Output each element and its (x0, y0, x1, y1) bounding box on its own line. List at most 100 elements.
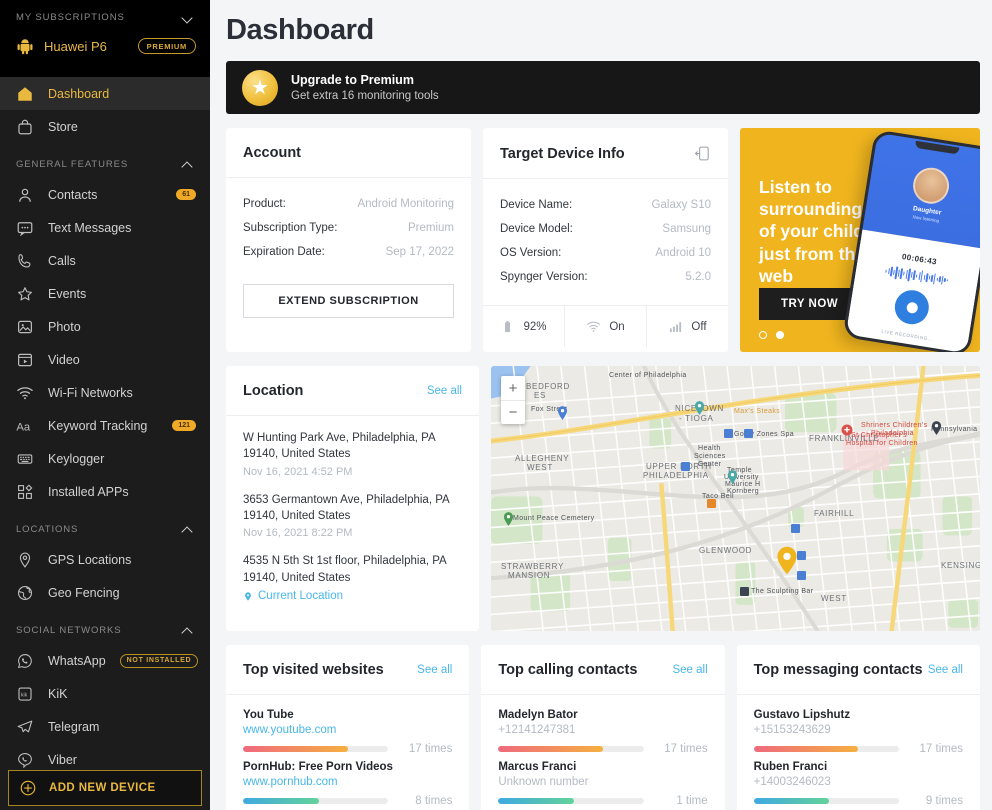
sidebar-item-installed-apps[interactable]: Installed APPs (0, 475, 210, 508)
sidebar-item-contacts[interactable]: Contacts 61 (0, 178, 210, 211)
device-row-key: Spynger Version: (500, 271, 588, 283)
map-square-poi-icon[interactable] (724, 429, 733, 438)
sidebar-item-keylogger[interactable]: Keylogger (0, 442, 210, 475)
location-see-all-link[interactable]: See all (427, 385, 462, 397)
sidebar-item-whatsapp[interactable]: WhatsApp NOT INSTALLED (0, 644, 210, 677)
list-item[interactable]: You Tube www.youtube.com 17 times (243, 709, 452, 761)
sidebar-item-wifi-networks[interactable]: Wi-Fi Networks (0, 376, 210, 409)
list-item[interactable]: Madelyn Bator +12141247381 17 times (498, 708, 708, 761)
current-location-map-pin[interactable] (776, 546, 798, 575)
bag-icon (18, 119, 32, 134)
map-label: PHILADELPHIA (643, 471, 709, 480)
item-bar-row: 9 times (753, 795, 963, 807)
sidebar-locations-header[interactable]: LOCATIONS (0, 512, 210, 543)
sidebar-item-label: Events (48, 286, 87, 301)
sidebar-item-label: Keylogger (48, 451, 105, 466)
map-marker-teal-icon[interactable] (727, 470, 738, 484)
sidebar-badge-keyword-tracking: 121 (172, 420, 196, 431)
sidebar-item-geo-fencing[interactable]: Geo Fencing (0, 576, 210, 609)
sidebar-item-photo[interactable]: Photo (0, 310, 210, 343)
device-row-value: Samsung (662, 223, 711, 235)
sidebar-subscriptions-header[interactable]: MY SUBSCRIPTIONS (0, 0, 210, 31)
item-name: Madelyn Bator (498, 708, 578, 721)
phone-notch (914, 140, 960, 155)
map-label: STRAWBERRY (501, 562, 565, 571)
chevron-up-icon (182, 523, 194, 535)
device-card-title: Target Device Info (500, 145, 625, 162)
sidebar-item-text-messages[interactable]: Text Messages (0, 211, 210, 244)
upgrade-premium-subtitle: Get extra 16 monitoring tools (291, 90, 439, 102)
sidebar-general-header[interactable]: GENERAL FEATURES (0, 147, 210, 178)
sidebar: MY SUBSCRIPTIONS Huawei P6 PREMIUM Dashb… (0, 0, 210, 810)
top-websites-see-all-link[interactable]: See all (417, 664, 452, 676)
list-item[interactable]: Marcus Franci Unknown number 1 time (498, 761, 708, 810)
sidebar-item-label: Dashboard (48, 86, 110, 101)
map-square-poi-icon[interactable] (707, 499, 716, 508)
map-square-poi-icon[interactable] (791, 524, 800, 533)
item-sub: +14003246023 (753, 775, 831, 788)
sidebar-item-store[interactable]: Store (0, 110, 210, 143)
map-zoom-in-button[interactable]: + (501, 376, 525, 400)
account-row-subscription-type: Subscription Type: Premium (243, 216, 454, 240)
top-messaging-title: Top messaging contacts (753, 661, 923, 678)
map-square-poi-icon[interactable] (681, 462, 690, 471)
phone-screen-bottom: 00:06:43 LIVE RECORDING... (845, 229, 980, 352)
device-row-os-version: OS Version: Android 10 (500, 241, 711, 265)
map-marker-green-icon[interactable] (503, 512, 514, 526)
carousel-dot-1[interactable] (759, 331, 767, 339)
map-card[interactable]: + − Center of PhiladelphiaNICETOWN- TIOG… (491, 366, 980, 631)
map-label: MANSION (508, 571, 551, 580)
sidebar-device-row[interactable]: Huawei P6 PREMIUM (0, 31, 210, 69)
top-websites-list: You Tube www.youtube.com 17 times PornHu… (226, 695, 469, 810)
sidebar-item-gps-locations[interactable]: GPS Locations (0, 543, 210, 576)
listen-surroundings-ad-card[interactable]: Listen to surroundings of your child jus… (740, 128, 980, 352)
list-item[interactable]: Ruben Franci +14003246023 9 times (753, 761, 963, 810)
account-card-header: Account (226, 128, 471, 178)
sidebar-item-events[interactable]: Events (0, 277, 210, 310)
sidebar-item-video[interactable]: Video (0, 343, 210, 376)
sidebar-item-label: Text Messages (48, 220, 132, 235)
map-zoom-out-button[interactable]: − (501, 400, 525, 424)
sidebar-item-dashboard[interactable]: Dashboard (0, 77, 210, 110)
map-label: Center of Philadelphia (609, 372, 687, 379)
hospital-marker-icon[interactable] (841, 424, 853, 436)
list-item[interactable]: Gustavo Lipshutz +15153243629 17 times (753, 709, 963, 761)
image-icon (18, 320, 32, 333)
list-item[interactable]: PornHub: Free Porn Videos www.pornhub.co… (243, 761, 452, 810)
message-icon (17, 221, 33, 236)
upgrade-premium-banner[interactable]: ★ Upgrade to Premium Get extra 16 monito… (226, 61, 980, 114)
sidebar-item-label: GPS Locations (48, 552, 132, 567)
location-list-item[interactable]: 3653 Germantown Ave, Philadelphia, PA 19… (243, 492, 462, 540)
sidebar-item-label: KiK (48, 686, 68, 701)
add-new-device-button[interactable]: ADD NEW DEVICE (8, 770, 202, 806)
map-label: Hospital for Children (846, 440, 918, 447)
sidebar-item-label: Viber (48, 752, 77, 767)
map-square-poi-icon[interactable] (797, 571, 806, 580)
carousel-dot-2[interactable] (776, 331, 784, 339)
sidebar-item-calls[interactable]: Calls (0, 244, 210, 277)
map-marker-blue-icon[interactable] (557, 406, 568, 420)
location-list-item[interactable]: 4535 N 5th St 1st floor, Philadelphia, P… (243, 553, 462, 603)
map-square-poi-icon[interactable] (797, 551, 806, 560)
sidebar-item-telegram[interactable]: Telegram (0, 710, 210, 743)
sidebar-item-kik[interactable]: kik KiK (0, 677, 210, 710)
sidebar-item-keyword-tracking[interactable]: Aa Keyword Tracking 121 (0, 409, 210, 442)
map-square-poi-icon[interactable] (744, 429, 753, 438)
item-bar-row: 17 times (243, 743, 452, 755)
sidebar-social-header[interactable]: SOCIAL NETWORKS (0, 613, 210, 644)
map-square-poi-icon[interactable] (740, 587, 749, 596)
item-bar-row: 17 times (753, 743, 963, 755)
map-label: GLENWOOD (699, 546, 753, 555)
account-row-key: Product: (243, 198, 286, 210)
top-calling-see-all-link[interactable]: See all (672, 664, 707, 676)
whatsapp-icon (17, 653, 32, 668)
extend-subscription-button[interactable]: EXTEND SUBSCRIPTION (243, 284, 454, 318)
device-swap-icon[interactable] (694, 145, 711, 162)
map-marker-teal-icon[interactable] (694, 401, 705, 415)
top-calling-title: Top calling contacts (498, 661, 638, 678)
map-marker-dark-icon[interactable] (931, 421, 942, 435)
top-messaging-see-all-link[interactable]: See all (928, 664, 963, 676)
location-list-item[interactable]: W Hunting Park Ave, Philadelphia, PA 191… (243, 430, 462, 478)
account-card: Account Product: Android Monitoring Subs… (226, 128, 471, 352)
map-zoom-controls[interactable]: + − (501, 376, 525, 424)
